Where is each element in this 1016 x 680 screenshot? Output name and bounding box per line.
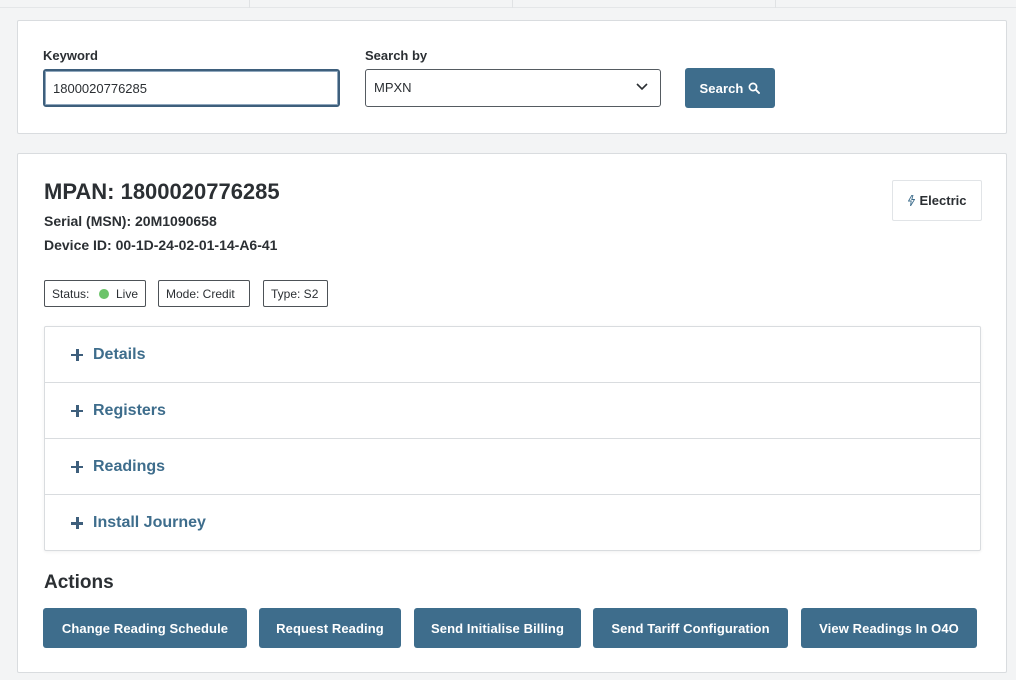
send-initialise-billing-button[interactable]: Send Initialise Billing [414, 608, 581, 648]
keyword-label: Keyword [43, 48, 98, 63]
accordion-label: Registers [93, 401, 166, 419]
accordion-label: Readings [93, 457, 166, 475]
search-by-value: MPXN [374, 80, 412, 95]
top-strip [0, 0, 1016, 8]
serial-number: Serial (MSN): 20M1090658 [44, 213, 217, 229]
search-button-label: Search [699, 80, 744, 96]
request-reading-button[interactable]: Request Reading [259, 608, 401, 648]
plus-icon [71, 348, 83, 361]
accordion-details[interactable]: Details [45, 327, 980, 383]
status-value: Live [115, 286, 138, 301]
plus-icon [71, 460, 83, 473]
keyword-input[interactable] [43, 69, 340, 107]
status-dot-icon [99, 288, 109, 299]
lightning-icon [907, 195, 915, 206]
status-label: Status: [52, 286, 90, 301]
accordion-install-journey[interactable]: Install Journey [45, 495, 980, 551]
search-by-label: Search by [365, 48, 428, 63]
plus-icon [71, 517, 83, 529]
plus-icon [71, 404, 83, 417]
accordion-readings[interactable]: Readings [45, 439, 980, 495]
search-panel: Keyword Search by MPXN Search [17, 20, 1007, 134]
mode-badge: Mode: Credit [158, 280, 250, 307]
type-badge: Type: S2 [263, 280, 328, 307]
type-label: Type: S2 [271, 286, 319, 301]
meter-accordion: Details Registers Readings Install Journ… [44, 326, 981, 551]
actions-heading: Actions [44, 572, 114, 593]
chevron-down-icon [636, 83, 648, 91]
search-icon [749, 82, 761, 94]
send-tariff-configuration-button[interactable]: Send Tariff Configuration [593, 608, 788, 648]
meter-details-panel: MPAN: 1800020776285 Serial (MSN): 20M109… [17, 153, 1007, 673]
status-badge: Status: Live [44, 280, 146, 307]
mpan-title: MPAN: 1800020776285 [44, 179, 280, 204]
fuel-type-label: Electric [919, 193, 967, 208]
change-reading-schedule-button[interactable]: Change Reading Schedule [43, 608, 247, 648]
device-id: Device ID: 00-1D-24-02-01-14-A6-41 [44, 237, 278, 253]
accordion-registers[interactable]: Registers [45, 383, 980, 439]
accordion-label: Install Journey [93, 514, 206, 531]
search-by-select[interactable]: MPXN [365, 69, 661, 107]
mode-label: Mode: Credit [166, 286, 235, 301]
fuel-type-badge: Electric [892, 180, 982, 221]
accordion-label: Details [93, 345, 146, 363]
view-readings-in-o4o-button[interactable]: View Readings In O4O [801, 608, 977, 648]
search-button[interactable]: Search [685, 68, 775, 108]
